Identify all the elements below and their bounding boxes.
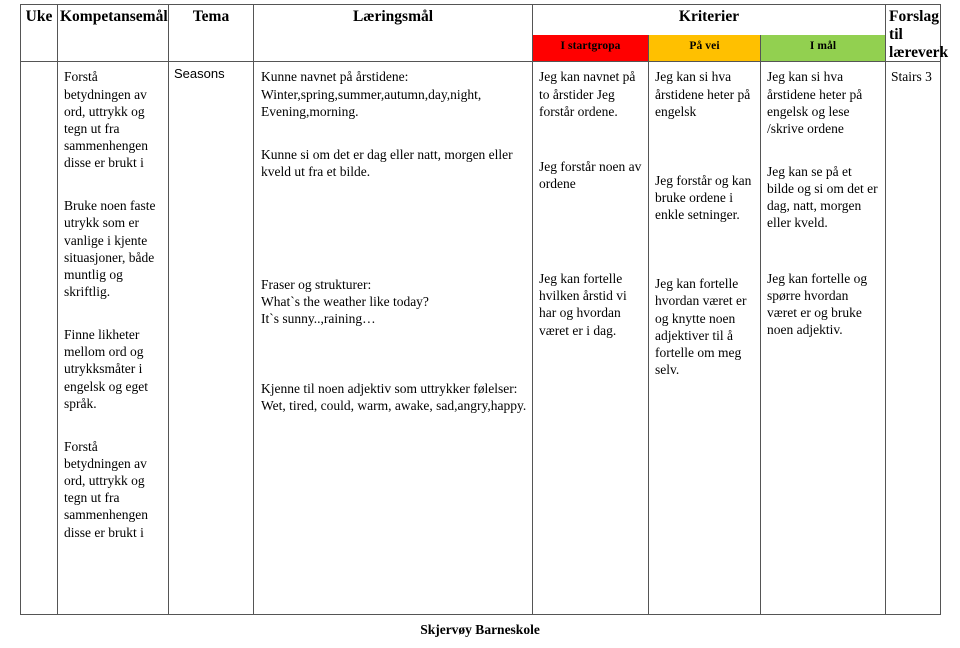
criteria-text-pa-vei: Jeg forstår og kan bruke ordene i enkle …	[655, 172, 752, 223]
cell-laringsmal: Kunne navnet på årstidene: Winter,spring…	[253, 61, 533, 616]
cell-tema: Seasons	[168, 61, 254, 616]
column-header-laringsmal: Læringsmål	[253, 3, 533, 63]
cell-forslag-til-laereverk: Stairs 3	[885, 61, 942, 616]
criteria-level-i-startgropa: I startgropa	[532, 35, 649, 63]
table-body: Forstå betydningen av ord, uttrykk og te…	[20, 61, 942, 616]
table-row: Forstå betydningen av ord, uttrykk og te…	[20, 61, 942, 616]
cell-uke	[20, 61, 58, 616]
criteria-text-i-startgropa: Jeg kan navnet på to årstider Jeg forstå…	[539, 69, 636, 119]
column-header-kriterier: Kriterier	[531, 4, 887, 35]
column-header-forslag-til-laereverk: Forslag til læreverk	[885, 3, 948, 63]
tema-label: Seasons	[174, 66, 225, 82]
laereverk-label: Stairs 3	[891, 69, 932, 85]
header-row-main: Uke Kompetansemål Tema Læringsmål Kriter…	[20, 3, 948, 63]
column-header-tema: Tema	[168, 3, 254, 63]
laringsmal-item: Kunne si om det er dag eller natt, morge…	[261, 146, 513, 179]
kompetansemal-item: Forstå betydningen av ord, uttrykk og te…	[64, 438, 148, 540]
forslag-line-3: læreverk	[889, 43, 949, 61]
cell-i-startgropa: Jeg kan navnet på to årstider Jeg forstå…	[532, 61, 649, 616]
criteria-text-i-mal: Jeg kan fortelle og spørre hvordan været…	[767, 270, 868, 337]
laringsmal-item: Fraser og strukturer: What`s the weather…	[261, 277, 429, 327]
competency-goals-table: Uke Kompetansemål Tema Læringsmål Kriter…	[20, 3, 948, 616]
kompetansemal-item: Bruke noen faste utrykk som er vanlige i…	[64, 198, 156, 299]
cell-i-mal: Jeg kan si hva årstidene heter på engels…	[759, 61, 887, 616]
kompetansemal-item: Forstå betydningen av ord, uttrykk og te…	[64, 69, 148, 171]
forslag-line-1: Forslag	[889, 8, 939, 25]
cell-kompetansemal: Forstå betydningen av ord, uttrykk og te…	[57, 61, 169, 616]
column-header-kompetansemal: Kompetansemål	[57, 3, 169, 63]
column-header-uke: Uke	[20, 3, 58, 63]
table-header: Uke Kompetansemål Tema Læringsmål Kriter…	[20, 3, 948, 63]
criteria-level-i-mal: I mål	[759, 35, 887, 63]
laringsmal-item: Kjenne til noen adjektiv som uttrykker f…	[261, 380, 527, 413]
worksheet-page: Uke Kompetansemål Tema Læringsmål Kriter…	[0, 0, 960, 648]
criteria-text-pa-vei: Jeg kan si hva årstidene heter på engels…	[655, 69, 751, 119]
criteria-text-pa-vei: Jeg kan fortelle hvordan været er og kny…	[655, 276, 747, 377]
forslag-line-2: til	[889, 25, 903, 43]
laringsmal-item: Kunne navnet på årstidene: Winter,spring…	[261, 69, 482, 119]
kompetansemal-item: Finne likheter mellom ord og utrykksmåte…	[64, 327, 148, 411]
criteria-text-i-startgropa: Jeg kan fortelle hvilken årstid vi har o…	[539, 271, 627, 338]
criteria-text-i-mal: Jeg kan si hva årstidene heter på engels…	[767, 69, 863, 136]
cell-pa-vei: Jeg kan si hva årstidene heter på engels…	[648, 61, 761, 616]
criteria-text-i-mal: Jeg kan se på et bilde og si om det er d…	[767, 164, 878, 231]
criteria-level-pa-vei: På vei	[648, 35, 761, 63]
criteria-text-i-startgropa: Jeg forstår noen av ordene	[539, 158, 642, 191]
page-footer: Skjervøy Barneskole	[420, 622, 540, 637]
